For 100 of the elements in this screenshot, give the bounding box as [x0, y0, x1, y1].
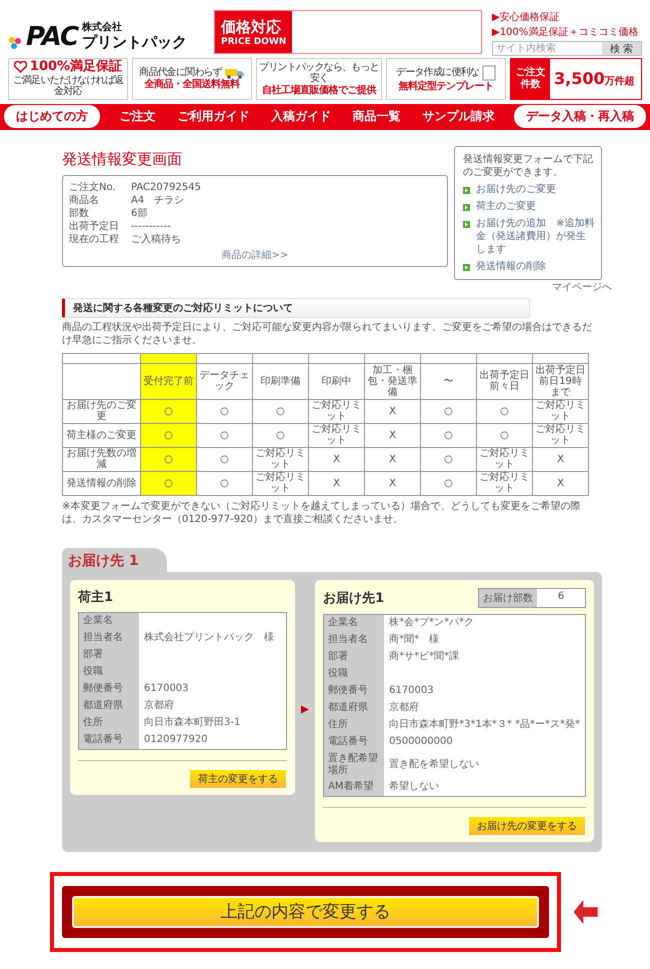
table-cell: ○ [196, 471, 252, 496]
banner-subtitle: PRICE DOWN [221, 36, 286, 46]
banner-title: 無料定型テンプレート [398, 81, 494, 93]
company-name: プリントパック [82, 34, 188, 50]
side-link[interactable]: お届け先のご変更 [476, 182, 556, 196]
nav-link[interactable]: 商品一覧 [350, 105, 403, 128]
table-cell: ○ [476, 399, 532, 424]
nav-pill-link[interactable]: データ入稿・再入稿 [514, 105, 646, 128]
banner-text: ご満足いただけなければ返金対応 [12, 74, 124, 98]
banner-text: データ作成に便利な [396, 67, 479, 79]
search-button[interactable]: 検 索 [602, 42, 641, 55]
field-label: 住所 [79, 714, 139, 732]
table-cell: X [308, 471, 364, 496]
detail-link[interactable]: 商品の詳細>> [222, 248, 288, 262]
nav-link[interactable]: 入稿ガイド [268, 105, 333, 128]
side-link[interactable]: お届け先の追加 ※追加料金（発送諸費用）が発生します [476, 216, 595, 256]
field-label: AM着希望 [324, 778, 384, 796]
row-header: 発送情報の削除 [62, 471, 140, 496]
mypage-link[interactable]: マイページへ [552, 280, 612, 294]
field-label: 住所 [324, 716, 384, 734]
table-cell: ○ [140, 447, 196, 472]
table-cell: ○ [476, 423, 532, 448]
field-label: 企業名 [79, 612, 139, 630]
truck-icon [224, 68, 245, 79]
field-value: 株*会*プ*ン*パ*ク [388, 616, 476, 630]
field-value: 6170003 [143, 682, 190, 696]
field-value: 商*聞* 様 [388, 632, 440, 648]
table-cell: ○ [420, 471, 476, 496]
change-button[interactable]: お届け先の変更をする [468, 816, 586, 836]
side-link[interactable]: 発送情報の削除 [476, 260, 546, 273]
table-cell: ご対応リミット [252, 471, 308, 496]
table-cell: ご対応リミット [532, 399, 588, 424]
nav-link[interactable]: サンプル請求 [420, 105, 496, 128]
bullet-icon [463, 186, 470, 194]
column-header: 出荷予定日前々日 [476, 363, 532, 400]
row-header: お届け先のご変更 [62, 399, 140, 424]
table-cell: ○ [252, 423, 308, 448]
table-cell: ○ [252, 399, 308, 424]
table-cell: ○ [196, 399, 252, 424]
field-value: 0120977920 [143, 733, 209, 748]
submit-button[interactable]: 上記の内容で変更する [72, 896, 539, 928]
table-cell: X [364, 399, 420, 424]
info-label: 部数 [69, 206, 90, 220]
field-value: 株式会社プリントパック 様 [143, 630, 275, 646]
heart-icon [14, 61, 27, 74]
banner-title: 100%満足保証 [30, 60, 122, 74]
field-value: 京都府 [388, 700, 420, 716]
field-value: 向日市森本町野*3*1本*３* *品*ー*ス*発* [388, 718, 581, 732]
field-label: 担当者名 [79, 630, 139, 647]
field-value: 0500000000 [388, 735, 454, 750]
info-value: 6部 [131, 206, 148, 220]
nav-link[interactable]: ご利用ガイド [175, 105, 252, 128]
table-cell: ご対応リミット [252, 447, 308, 472]
table-cell: ○ [420, 447, 476, 472]
info-value: ご入稿待ち [131, 232, 181, 246]
company-type: 株式会社 [82, 20, 122, 34]
table-cell: X [364, 423, 420, 448]
column-header: データチェック [196, 363, 252, 400]
table-cell: X [308, 447, 364, 472]
price-banner[interactable]: 価格対応 PRICE DOWN [214, 10, 482, 54]
search-field[interactable]: サイト内検索 検 索 [492, 41, 642, 56]
bullet-icon [463, 264, 470, 271]
info-value: A4 チラシ [131, 194, 184, 207]
info-label: 現在の工程 [69, 232, 120, 246]
field-value: 向日市森本町野田3-1 [143, 716, 242, 730]
change-button[interactable]: 荷主の変更をする [189, 768, 288, 789]
arrow-icon [301, 704, 310, 714]
column-header: 加工・梱包・発送準備 [364, 363, 420, 400]
table-cell: ○ [420, 423, 476, 448]
copies-label: お届け部数 [479, 588, 537, 607]
order-count-unit: 万件超 [604, 74, 635, 88]
logo-mark-icon [8, 36, 22, 50]
table-cell: ○ [140, 399, 196, 424]
banner-title: 価格対応 [221, 18, 282, 36]
side-intro: 発送情報変更フォームで下記のご変更ができます。 [463, 152, 594, 179]
nav-link[interactable]: ご注文 [118, 105, 158, 128]
guarantee-banner[interactable]: 100%満足保証 ご満足いただけなければ返金対応 [8, 58, 128, 100]
table-cell: ○ [420, 399, 476, 424]
header-link[interactable]: ▶100%満足保証＋コミコミ価格 [492, 25, 642, 39]
side-link[interactable]: 荷主のご変更 [476, 200, 536, 213]
field-label: 郵便番号 [324, 682, 384, 700]
template-banner[interactable]: データ作成に便利な 無料定型テンプレート [386, 58, 506, 100]
section-heading: 発送に関する各種変更のご対応リミットについて [62, 298, 530, 318]
column-header: 〜 [420, 363, 476, 400]
shipping-banner[interactable]: 商品代金に関わらず 全商品・全国送料無料 [132, 58, 252, 100]
column-header: 受付完了前 [140, 363, 196, 400]
price-banner[interactable]: プリントパックなら、もっと安く 自社工場直販価格でご提供 [256, 58, 382, 100]
footnote-text: ※本変更フォームで変更ができない（ご対応リミットを越えてしまっている）場合で、どうしても変更をご希望の際は、カスタマーセンター（0120-977-920）まで直接ご相談くださいませ。 [62, 500, 582, 526]
nav-pill-link[interactable]: はじめての方 [4, 105, 100, 128]
table-cell: ○ [196, 423, 252, 448]
banner-title: 全商品・全国送料無料 [144, 78, 240, 90]
field-label: 担当者名 [324, 632, 384, 649]
field-value: 京都府 [143, 698, 175, 714]
field-label: 役職 [324, 666, 384, 683]
header-link[interactable]: ▶安心価格保証 [492, 10, 642, 24]
field-value: 希望しない [388, 780, 440, 794]
table-cell: ○ [140, 471, 196, 496]
field-label: 部署 [324, 648, 384, 666]
destination-tab[interactable]: お届け先 1 [62, 548, 167, 572]
table-cell: ご対応リミット [532, 423, 588, 448]
